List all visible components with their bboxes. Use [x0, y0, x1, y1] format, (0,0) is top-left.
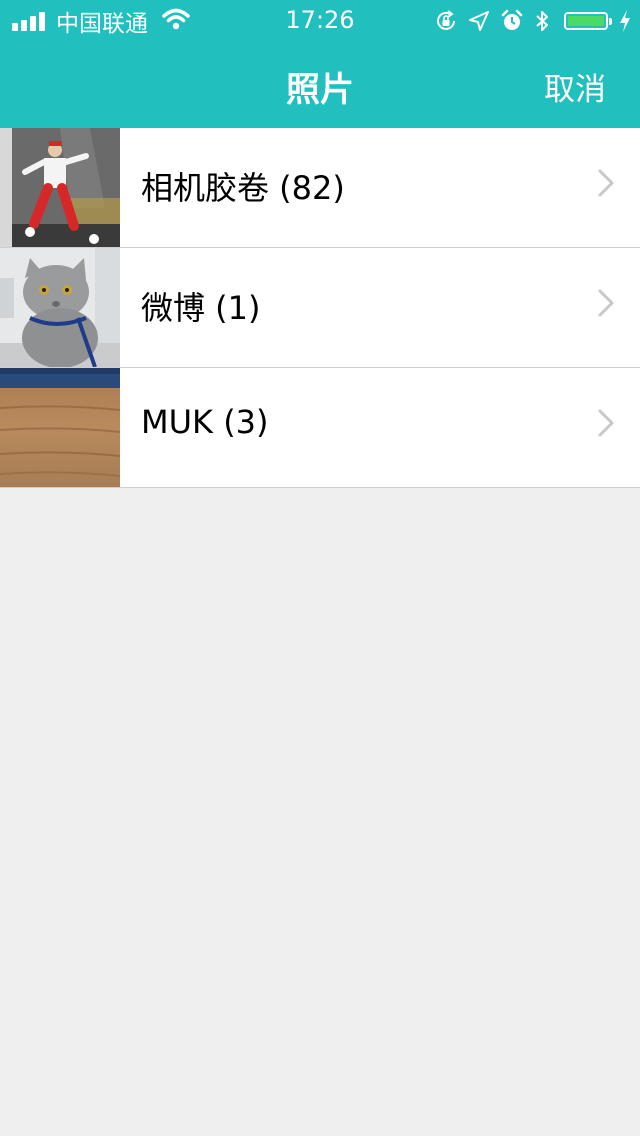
cancel-button[interactable]: 取消 [544, 64, 606, 109]
album-thumbnail-muk [0, 368, 120, 487]
bluetooth-icon [534, 9, 550, 33]
album-thumbnail-weibo [0, 248, 120, 367]
battery-icon [564, 12, 612, 30]
chevron-right-icon [598, 409, 614, 441]
status-bar: 中国联通 17:26 [0, 0, 640, 40]
app-header: 中国联通 17:26 照片 取消 [0, 0, 640, 128]
album-row-muk[interactable]: MUK (3) [0, 368, 640, 488]
chevron-right-icon [598, 289, 614, 321]
location-arrow-icon [468, 10, 490, 32]
album-thumbnail-camera-roll [0, 128, 120, 247]
album-label: 相机胶卷 (82) [141, 169, 345, 207]
chevron-right-icon [598, 169, 614, 201]
album-row-weibo[interactable]: 微博 (1) [0, 248, 640, 368]
orientation-lock-icon [434, 9, 458, 33]
charging-bolt-icon [618, 9, 632, 33]
album-label: MUK (3) [141, 403, 269, 441]
alarm-clock-icon [500, 9, 524, 33]
album-row-camera-roll[interactable]: 相机胶卷 (82) [0, 128, 640, 248]
album-label: 微博 (1) [141, 289, 261, 327]
status-bar-right [424, 6, 632, 36]
album-list: 相机胶卷 (82) 微博 (1) MUK (3) [0, 128, 640, 488]
battery-level-fill [568, 16, 604, 26]
